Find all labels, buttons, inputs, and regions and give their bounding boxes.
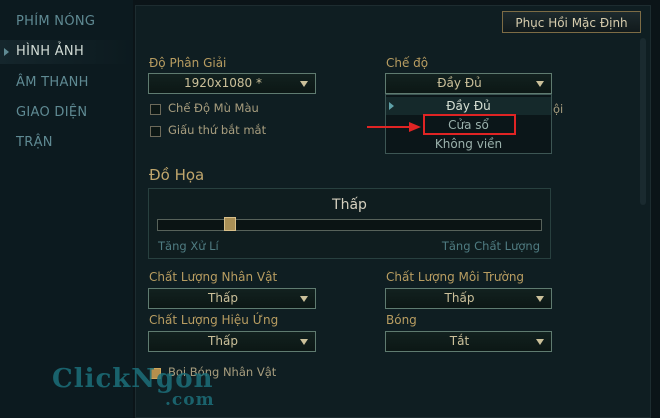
hide-eye-candy-label: Giấu thứ bắt mắt [168, 123, 267, 137]
effects-quality-dropdown[interactable]: Thấp [148, 331, 316, 352]
graphics-level-label: Thấp [332, 197, 367, 213]
active-pointer-icon [4, 48, 9, 56]
chevron-down-icon [300, 296, 308, 302]
sidebar-item-label: HÌNH ẢNH [16, 44, 85, 59]
reset-defaults-button[interactable]: Phục Hồi Mặc Định [502, 11, 641, 33]
environment-quality-value: Thấp [444, 291, 475, 305]
shadows-label: Bóng [386, 313, 417, 327]
mode-dropdown[interactable]: Đầy Đủ [385, 73, 552, 94]
annotation-highlight-box [423, 114, 516, 135]
quality-label: Tăng Chất Lượng [441, 239, 540, 253]
mode-label: Chế độ [386, 56, 429, 70]
chevron-down-icon [300, 81, 308, 87]
environment-quality-label: Chất Lượng Môi Trường [386, 270, 525, 284]
performance-label: Tăng Xử Lí [158, 239, 219, 253]
chevron-down-icon [300, 339, 308, 345]
character-quality-value: Thấp [208, 291, 238, 305]
chevron-down-icon [536, 296, 544, 302]
sidebar-item-label: GIAO DIỆN [16, 105, 88, 120]
resolution-dropdown[interactable]: 1920x1080 * [148, 73, 316, 94]
graphics-section-title: Đồ Họa [149, 166, 205, 184]
colorblind-checkbox[interactable] [150, 104, 161, 115]
resolution-value: 1920x1080 * [184, 76, 262, 90]
shadows-value: Tắt [449, 334, 470, 348]
graphics-slider[interactable] [157, 219, 542, 231]
environment-quality-dropdown[interactable]: Thấp [385, 288, 552, 309]
effects-quality-label: Chất Lượng Hiệu Ứng [149, 313, 279, 327]
annotation-arrow-icon [367, 122, 421, 132]
sidebar-item-label: ÂM THANH [16, 75, 89, 90]
sidebar-item-interface[interactable]: GIAO DIỆN [0, 101, 133, 125]
colorblind-label: Chế Độ Mù Màu [168, 101, 259, 115]
shadows-dropdown[interactable]: Tắt [385, 331, 552, 352]
sidebar-item-hotkeys[interactable]: PHÍM NÓNG [0, 10, 133, 34]
watermark-logo-suffix: .com [165, 390, 215, 410]
character-quality-dropdown[interactable]: Thấp [148, 288, 316, 309]
graphics-slider-handle[interactable] [224, 217, 237, 231]
sidebar-item-label: PHÍM NÓNG [16, 14, 96, 29]
effects-quality-value: Thấp [208, 334, 238, 348]
sidebar-item-sound[interactable]: ÂM THANH [0, 71, 133, 95]
sidebar-item-video[interactable]: HÌNH ẢNH [0, 40, 133, 64]
character-quality-label: Chất Lượng Nhân Vật [149, 270, 278, 284]
sidebar-item-label: TRẬN [16, 135, 53, 150]
scrollbar[interactable] [640, 38, 646, 205]
menu-item-label: Không viền [434, 137, 503, 151]
sidebar-item-game[interactable]: TRẬN [0, 131, 133, 155]
chevron-down-icon [536, 81, 544, 87]
menu-item-label: Đầy Đủ [446, 99, 491, 113]
selected-pointer-icon [389, 102, 394, 110]
hide-eye-candy-checkbox[interactable] [150, 126, 161, 137]
mode-option-borderless[interactable]: Không viền [386, 135, 551, 153]
chevron-down-icon [536, 339, 544, 345]
resolution-label: Độ Phân Giải [149, 56, 227, 70]
mode-value: Đầy Đủ [437, 76, 482, 90]
obscured-option-label: ội [553, 102, 564, 116]
settings-sidebar: PHÍM NÓNG HÌNH ẢNH ÂM THANH GIAO DIỆN TR… [0, 0, 133, 418]
mode-option-fullscreen[interactable]: Đầy Đủ [386, 97, 551, 115]
